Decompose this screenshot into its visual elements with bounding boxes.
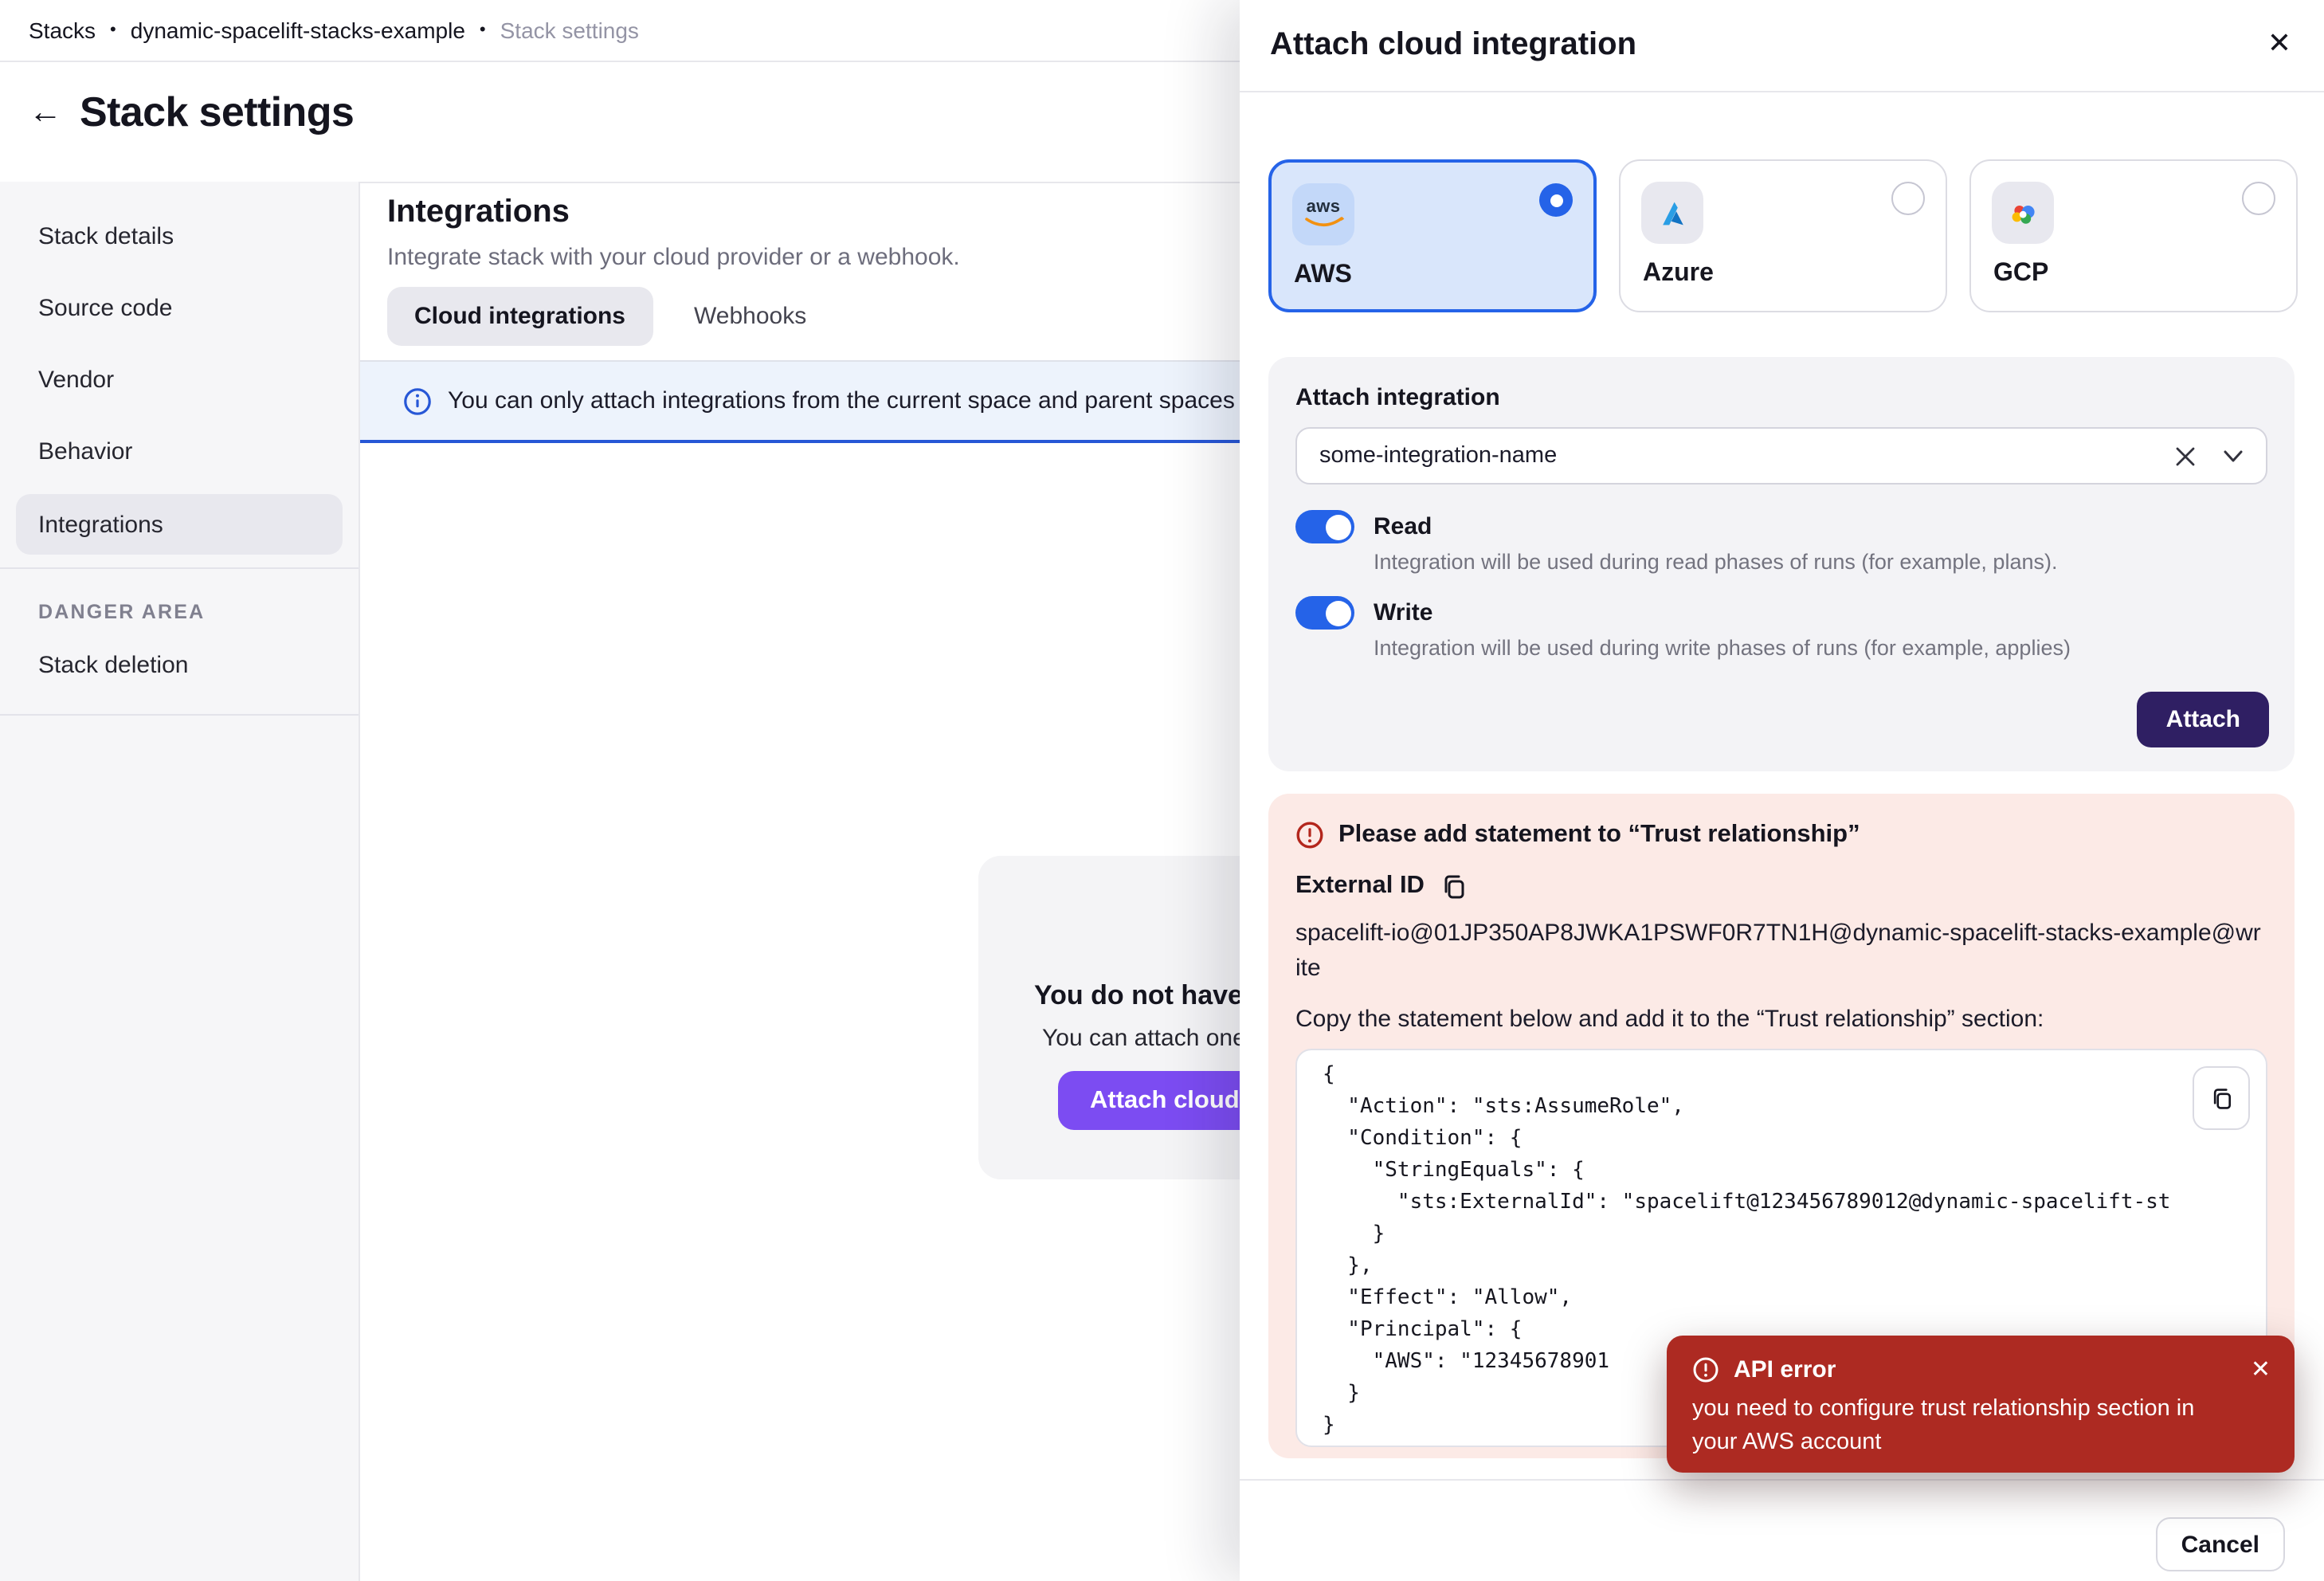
drawer-header: Attach cloud integration ✕ (1240, 0, 2324, 92)
clear-icon[interactable] (2175, 445, 2196, 466)
write-toggle-label: Write (1374, 599, 1432, 626)
breadcrumb-separator: • (110, 21, 116, 40)
section-heading: Integrations (387, 194, 570, 231)
aws-icon: aws (1292, 183, 1354, 245)
provider-label: AWS (1294, 261, 1352, 290)
provider-card-gcp[interactable]: GCP (1969, 159, 2298, 312)
copy-icon[interactable] (1440, 873, 1468, 900)
settings-sidebar: Stack details Source code Vendor Behavio… (0, 182, 360, 1581)
toast-message: you need to configure trust relationship… (1692, 1393, 2218, 1460)
info-banner-text: You can only attach integrations from th… (448, 387, 1300, 414)
radio-gcp[interactable] (2242, 182, 2275, 215)
attach-integration-label: Attach integration (1295, 384, 2267, 411)
cancel-button[interactable]: Cancel (2156, 1517, 2285, 1571)
gcp-icon (1992, 182, 2054, 244)
app-window: Stacks • dynamic-spacelift-stacks-exampl… (0, 0, 2324, 1581)
radio-azure[interactable] (1891, 182, 1925, 215)
tab-cloud-integrations[interactable]: Cloud integrations (387, 287, 653, 346)
integration-select[interactable]: some-integration-name (1295, 427, 2267, 484)
api-error-toast: API error ✕ you need to configure trust … (1667, 1336, 2295, 1473)
integrations-tabs: Cloud integrations Webhooks (387, 287, 806, 346)
azure-icon (1641, 182, 1703, 244)
read-toggle-description: Integration will be used during read pha… (1374, 550, 2267, 574)
breadcrumb-stack-name[interactable]: dynamic-spacelift-stacks-example (131, 18, 465, 43)
sidebar-item-behavior[interactable]: Behavior (0, 416, 359, 488)
external-id-label: External ID (1295, 872, 1425, 900)
write-toggle-description: Integration will be used during write ph… (1374, 636, 2267, 660)
alert-circle-icon (1295, 821, 1324, 849)
sidebar-item-vendor[interactable]: Vendor (0, 344, 359, 416)
drawer-footer: Cancel (1240, 1479, 2324, 1581)
section-subheading: Integrate stack with your cloud provider… (387, 244, 960, 271)
close-icon[interactable]: ✕ (2267, 27, 2291, 61)
provider-card-azure[interactable]: Azure (1619, 159, 1947, 312)
breadcrumb-stacks[interactable]: Stacks (29, 18, 96, 43)
sidebar-item-stack-deletion[interactable]: Stack deletion (0, 630, 359, 701)
provider-card-aws[interactable]: aws AWS (1268, 159, 1597, 312)
toast-close-icon[interactable]: ✕ (2251, 1355, 2271, 1383)
drawer-title: Attach cloud integration (1270, 27, 1636, 64)
read-toggle-label: Read (1374, 513, 1432, 540)
read-toggle[interactable] (1295, 510, 1354, 543)
breadcrumb-separator: • (480, 21, 486, 40)
attach-integration-section: Attach integration some-integration-name… (1268, 357, 2295, 771)
sidebar-item-source-code[interactable]: Source code (0, 273, 359, 344)
integration-select-value: some-integration-name (1319, 443, 2175, 469)
sidebar-item-stack-details[interactable]: Stack details (0, 201, 359, 273)
sidebar-item-integrations[interactable]: Integrations (16, 494, 343, 555)
tab-webhooks[interactable]: Webhooks (694, 303, 806, 330)
toast-alert-icon (1692, 1356, 1719, 1383)
external-id-value: spacelift-io@01JP350AP8JWKA1PSWF0R7TN1H@… (1295, 916, 2264, 987)
write-toggle[interactable] (1295, 596, 1354, 630)
warning-title: Please add statement to “Trust relations… (1338, 821, 1860, 849)
empty-state-title: You do not have a (1034, 980, 1265, 1012)
external-id-row: External ID (1295, 872, 2267, 900)
page-title: Stack settings (80, 88, 354, 137)
warning-title-row: Please add statement to “Trust relations… (1295, 821, 2267, 849)
toast-header: API error (1692, 1356, 2269, 1383)
attach-button[interactable]: Attach (2138, 692, 2269, 747)
empty-state-body: You can attach one c (1042, 1025, 1264, 1052)
copy-statement-hint: Copy the statement below and add it to t… (1295, 1006, 2267, 1033)
chevron-down-icon[interactable] (2223, 449, 2244, 463)
provider-label: GCP (1993, 260, 2048, 288)
radio-aws[interactable] (1539, 183, 1573, 217)
read-toggle-row: Read (1295, 510, 2267, 543)
info-icon (403, 386, 432, 415)
provider-cards: aws AWS Azure (1268, 159, 2298, 312)
toast-title: API error (1734, 1356, 1836, 1383)
write-toggle-row: Write (1295, 596, 2267, 630)
attach-cloud-integration-drawer: Attach cloud integration ✕ aws AWS Azure (1240, 0, 2324, 1581)
sidebar-divider (0, 714, 359, 716)
danger-area-heading: DANGER AREA (0, 569, 359, 630)
provider-label: Azure (1643, 260, 1714, 288)
breadcrumb-current: Stack settings (500, 18, 639, 43)
code-copy-button[interactable] (2193, 1066, 2250, 1130)
back-arrow-icon[interactable]: ← (29, 94, 62, 132)
